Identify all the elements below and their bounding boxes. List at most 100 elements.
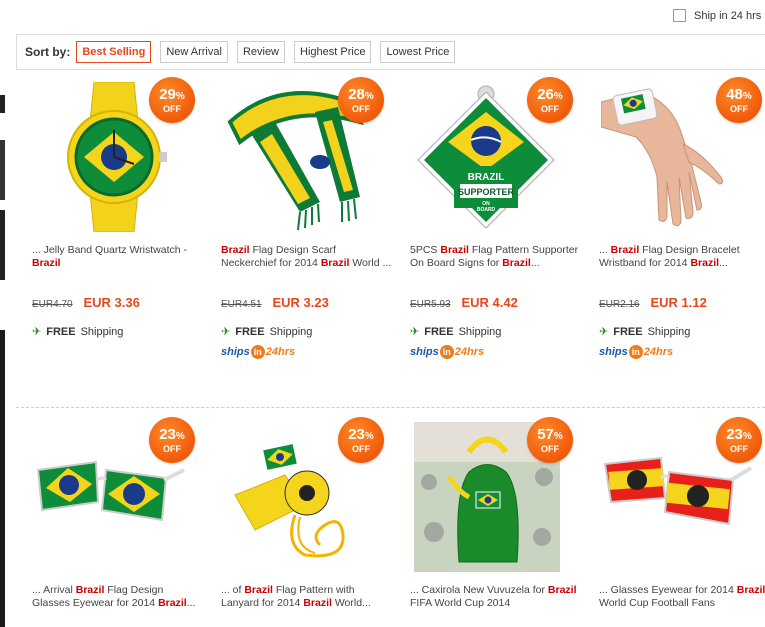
hrs-text: 24hrs <box>643 346 674 358</box>
product-title-link[interactable]: 5PCS Brazil Flag Pattern Supporter On Bo… <box>410 244 582 270</box>
left-edge-strip <box>0 0 7 627</box>
off-label: OFF <box>352 104 370 114</box>
sort-lowest-price-button[interactable]: Lowest Price <box>380 41 456 63</box>
off-label: OFF <box>541 444 559 454</box>
discount-badge: 23% OFF <box>716 417 762 463</box>
title-keyword: Brazil <box>610 244 640 256</box>
ships-text: ships <box>221 346 250 358</box>
price-block: EUR4.51 EUR 3.23 <box>221 295 329 310</box>
sort-best-selling-button[interactable]: Best Selling <box>76 41 152 63</box>
left-edge-block <box>0 95 5 113</box>
old-price: EUR2.16 <box>599 299 640 310</box>
old-price: EUR4.70 <box>32 299 73 310</box>
title-keyword: Brazil <box>303 597 332 609</box>
percent-sign: % <box>553 431 563 442</box>
ships-24hrs-badge: ships in 24hrs <box>599 345 673 359</box>
discount-percent: 57 <box>537 426 554 443</box>
title-keyword: Brazil <box>244 584 273 596</box>
old-price: EUR4.51 <box>221 299 262 310</box>
price-block: EUR5.93 EUR 4.42 <box>410 295 518 310</box>
old-price: EUR5.93 <box>410 299 451 310</box>
title-keyword: Brazil <box>75 584 105 596</box>
percent-sign: % <box>175 431 185 442</box>
off-label: OFF <box>730 444 748 454</box>
ships-24hrs-badge: ships in 24hrs <box>410 345 484 359</box>
airplane-icon: ✈ <box>221 326 231 338</box>
ship-24hrs-label: Ship in 24 hrs <box>694 9 762 22</box>
product-title-link[interactable]: ... Arrival Brazil Flag Design Glasses E… <box>32 584 204 610</box>
sort-label: Sort by: <box>25 45 71 59</box>
product-title-link[interactable]: ... Glasses Eyewear for 2014 Brazil Worl… <box>599 584 765 610</box>
title-keyword: Brazil <box>32 257 61 269</box>
product-title-link[interactable]: Brazil Flag Design Scarf Neckerchief for… <box>221 244 393 270</box>
off-label: OFF <box>730 104 748 114</box>
free-label: FREE <box>235 325 265 338</box>
title-text: ... <box>719 257 728 269</box>
price-block: EUR2.16 EUR 1.12 <box>599 295 707 310</box>
ships-24hrs-badge: ships in 24hrs <box>221 345 295 359</box>
discount-percent: 23 <box>726 426 743 443</box>
title-keyword: Brazil <box>440 244 469 256</box>
free-shipping: ✈ FREE Shipping <box>221 325 312 339</box>
title-text: ... Caxirola New Vuvuzela for <box>410 584 548 596</box>
row-divider <box>16 407 765 408</box>
spain-glasses-icon[interactable] <box>603 450 753 540</box>
discount-badge: 28% OFF <box>338 77 384 123</box>
new-price: EUR 4.42 <box>461 295 518 310</box>
product-title-link[interactable]: ... Jelly Band Quartz Wristwatch - Brazi… <box>32 244 204 270</box>
percent-sign: % <box>364 91 374 102</box>
sort-new-arrival-button[interactable]: New Arrival <box>160 41 228 63</box>
discount-badge: 23% OFF <box>149 417 195 463</box>
in-circle: in <box>439 345 454 359</box>
airplane-icon: ✈ <box>410 326 420 338</box>
sign-text: SUPPORTER <box>458 187 515 197</box>
title-text: 5PCS <box>410 244 441 256</box>
product-title-link[interactable]: ... Brazil Flag Design Bracelet Wristban… <box>599 244 765 270</box>
title-keyword: Brazil <box>320 257 350 269</box>
brazil-glasses-icon[interactable] <box>36 450 186 540</box>
title-text: ... Jelly Band Quartz Wristwatch - <box>32 244 188 256</box>
left-edge-block <box>0 210 5 280</box>
product-title-link[interactable]: ... of Brazil Flag Pattern with Lanyard … <box>221 584 393 610</box>
title-text: ... <box>599 244 611 256</box>
percent-sign: % <box>175 91 185 102</box>
percent-sign: % <box>742 431 752 442</box>
title-text: ... Glasses Eyewear for 2014 <box>599 584 737 596</box>
product-title-link[interactable]: ... Caxirola New Vuvuzela for Brazil FIF… <box>410 584 582 610</box>
title-keyword: Brazil <box>158 597 187 609</box>
shipping-label: Shipping <box>458 325 502 338</box>
title-text: ... of <box>221 584 245 596</box>
ship-24hrs-filter[interactable]: Ship in 24 hrs <box>673 9 761 22</box>
title-keyword: Brazil <box>221 244 250 256</box>
in-circle: in <box>628 345 643 359</box>
off-label: OFF <box>163 104 181 114</box>
discount-percent: 28 <box>348 86 365 103</box>
discount-badge: 26% OFF <box>527 77 573 123</box>
ships-text: ships <box>599 346 628 358</box>
title-text: World ... <box>349 257 392 269</box>
ships-text: ships <box>410 346 439 358</box>
new-price: EUR 1.12 <box>650 295 707 310</box>
sign-text: BRAZIL <box>468 172 505 183</box>
left-edge-block <box>0 330 5 627</box>
airplane-icon: ✈ <box>32 326 42 338</box>
new-price: EUR 3.23 <box>272 295 329 310</box>
discount-badge: 48% OFF <box>716 77 762 123</box>
shipping-label: Shipping <box>647 325 691 338</box>
percent-sign: % <box>364 431 374 442</box>
title-text: ... Arrival <box>32 584 76 596</box>
free-shipping: ✈ FREE Shipping <box>32 325 124 339</box>
discount-percent: 23 <box>348 426 365 443</box>
off-label: OFF <box>541 104 559 114</box>
percent-sign: % <box>553 91 563 102</box>
title-text: World... <box>331 597 371 609</box>
free-label: FREE <box>613 325 643 338</box>
title-text: World Cup Football Fans <box>599 597 715 609</box>
title-keyword: Brazil <box>690 257 720 269</box>
sign-text: BOARD <box>477 207 496 213</box>
discount-badge: 29% OFF <box>149 77 195 123</box>
sort-highest-price-button[interactable]: Highest Price <box>294 41 372 63</box>
shipping-label: Shipping <box>80 325 124 338</box>
ship-24hrs-checkbox[interactable] <box>673 9 686 22</box>
sort-review-button[interactable]: Review <box>236 41 286 63</box>
